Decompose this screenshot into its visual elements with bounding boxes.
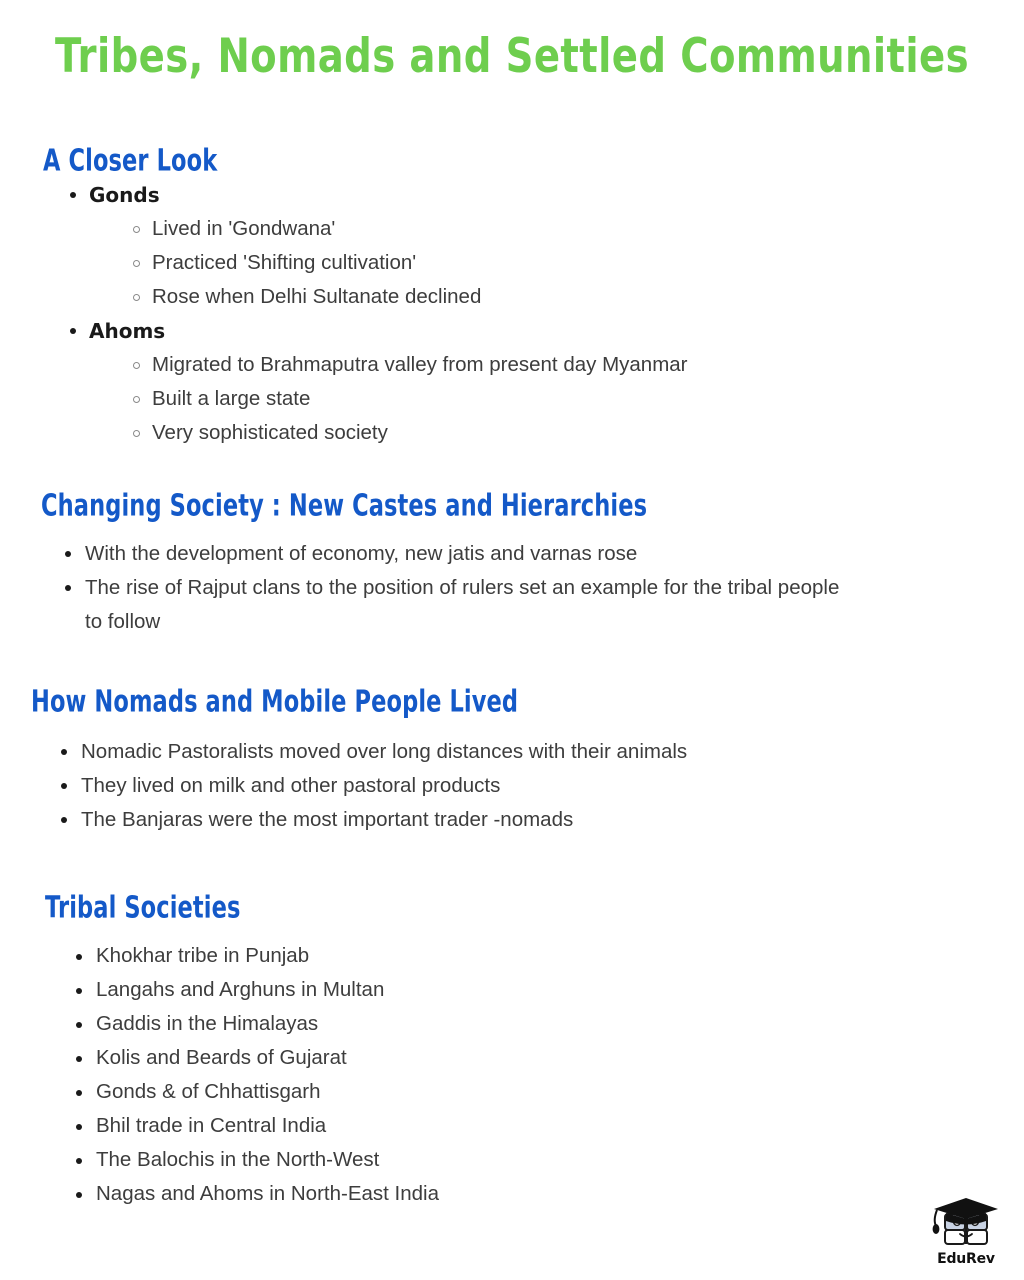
list-item: Langahs and Arghuns in Multan <box>72 973 772 1007</box>
edurev-wordmark: EduRev <box>937 1251 995 1267</box>
list-item: Built a large state <box>130 382 943 416</box>
list-item-label: Ahoms <box>89 319 166 344</box>
list-item: Bhil trade in Central India <box>72 1109 772 1143</box>
list-item: Rose when Delhi Sultanate declined <box>130 280 943 314</box>
list-item-label: Gonds <box>89 183 160 208</box>
gonds-sublist: Lived in 'Gondwana' Practiced 'Shifting … <box>130 212 943 314</box>
list-item: Gaddis in the Himalayas <box>72 1007 772 1041</box>
section-changing-society: Changing Society : New Castes and Hierar… <box>41 491 961 639</box>
section-how-nomads-lived: How Nomads and Mobile People Lived Nomad… <box>31 687 951 837</box>
section-heading: Changing Society : New Castes and Hierar… <box>41 489 648 524</box>
list-item: Gonds & of Chhattisgarh <box>72 1075 772 1109</box>
document-page: Tribes, Nomads and Settled Communities A… <box>0 0 1024 1280</box>
list-item: The Balochis in the North-West <box>72 1143 772 1177</box>
list-item: Khokhar tribe in Punjab <box>72 939 772 973</box>
list-item: Nagas and Ahoms in North-East India <box>72 1177 772 1211</box>
edurev-logo: EduRev <box>924 1194 1008 1272</box>
list-item: Gonds Lived in 'Gondwana' Practiced 'Shi… <box>66 178 943 314</box>
tribal-societies-list: Khokhar tribe in Punjab Langahs and Argh… <box>72 939 772 1211</box>
list-item: Kolis and Beards of Gujarat <box>72 1041 772 1075</box>
section-heading: How Nomads and Mobile People Lived <box>31 685 519 720</box>
graduation-cap-book-mascot-icon <box>924 1194 1008 1250</box>
section-heading: Tribal Societies <box>45 891 241 926</box>
list-item: Nomadic Pastoralists moved over long dis… <box>57 735 897 769</box>
section-a-closer-look: A Closer Look Gonds Lived in 'Gondwana' … <box>43 146 943 450</box>
closer-look-list: Gonds Lived in 'Gondwana' Practiced 'Shi… <box>66 178 943 450</box>
list-item: They lived on milk and other pastoral pr… <box>57 769 897 803</box>
list-item: The rise of Rajput clans to the position… <box>61 571 861 639</box>
section-heading: A Closer Look <box>43 144 218 179</box>
list-item: Lived in 'Gondwana' <box>130 212 943 246</box>
nomads-list: Nomadic Pastoralists moved over long dis… <box>57 735 897 837</box>
section-tribal-societies: Tribal Societies Khokhar tribe in Punjab… <box>45 893 965 1211</box>
list-item: Migrated to Brahmaputra valley from pres… <box>130 348 943 382</box>
ahoms-sublist: Migrated to Brahmaputra valley from pres… <box>130 348 943 450</box>
page-title: Tribes, Nomads and Settled Communities <box>55 29 969 85</box>
list-item: The Banjaras were the most important tra… <box>57 803 897 837</box>
list-item: Very sophisticated society <box>130 416 943 450</box>
list-item: Ahoms Migrated to Brahmaputra valley fro… <box>66 314 943 450</box>
changing-society-list: With the development of economy, new jat… <box>61 537 861 639</box>
list-item: Practiced 'Shifting cultivation' <box>130 246 943 280</box>
list-item: With the development of economy, new jat… <box>61 537 861 571</box>
